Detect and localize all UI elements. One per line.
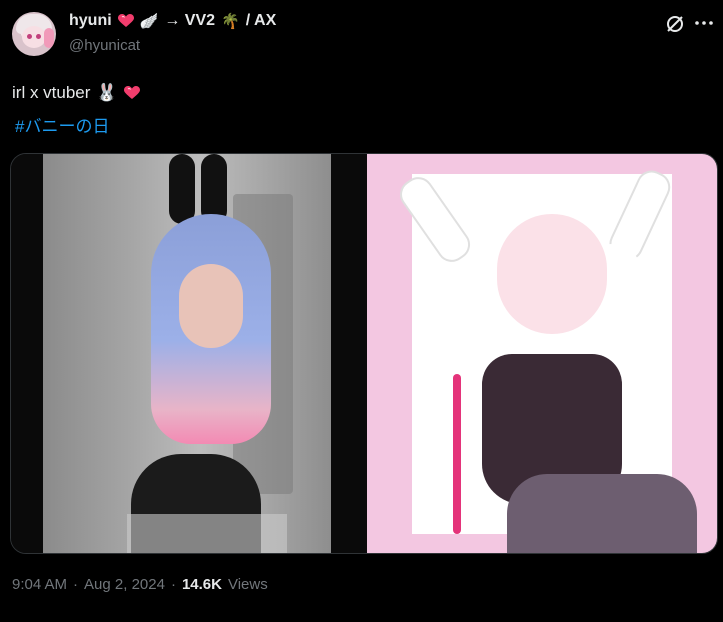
tweet-text: irl x vtuber 🐰 bbox=[12, 83, 140, 103]
display-name[interactable]: hyuni 🪽 → VV2 🌴 / AX bbox=[69, 12, 276, 30]
cosplay-photo[interactable] bbox=[11, 154, 365, 553]
rabbit-emoji-icon: 🐰 bbox=[96, 83, 118, 102]
meta-separator-2: · bbox=[170, 576, 176, 593]
display-suffix-text-2: / AX bbox=[245, 12, 277, 29]
vtuber-illustration[interactable] bbox=[367, 154, 717, 553]
heart-emoji-icon bbox=[117, 14, 134, 28]
more-dots-icon[interactable] bbox=[693, 12, 715, 34]
media-attachment[interactable] bbox=[10, 153, 718, 554]
meta-separator: · bbox=[73, 576, 79, 593]
views-label: Views bbox=[227, 576, 268, 593]
tweet-meta: 9:04 AM · Aug 2, 2024 · 14.6K Views bbox=[12, 576, 268, 593]
hashtag-link[interactable]: #バニーの日 bbox=[15, 112, 109, 137]
display-name-text: hyuni bbox=[69, 12, 112, 29]
user-handle[interactable]: @hyunicat bbox=[69, 37, 140, 54]
tweet-time[interactable]: 9:04 AM bbox=[12, 576, 67, 593]
wing-emoji-icon: 🪽 bbox=[139, 12, 159, 30]
grok-slash-icon[interactable] bbox=[664, 13, 686, 35]
heart-emoji-icon-2 bbox=[123, 86, 140, 100]
tweet-date[interactable]: Aug 2, 2024 bbox=[84, 576, 165, 593]
display-suffix-text: → VV2 bbox=[164, 12, 216, 29]
avatar[interactable] bbox=[12, 12, 56, 56]
tweet-text-body: irl x vtuber bbox=[12, 83, 91, 102]
views-count: 14.6K bbox=[181, 576, 222, 593]
palm-emoji-icon: 🌴 bbox=[221, 12, 240, 30]
